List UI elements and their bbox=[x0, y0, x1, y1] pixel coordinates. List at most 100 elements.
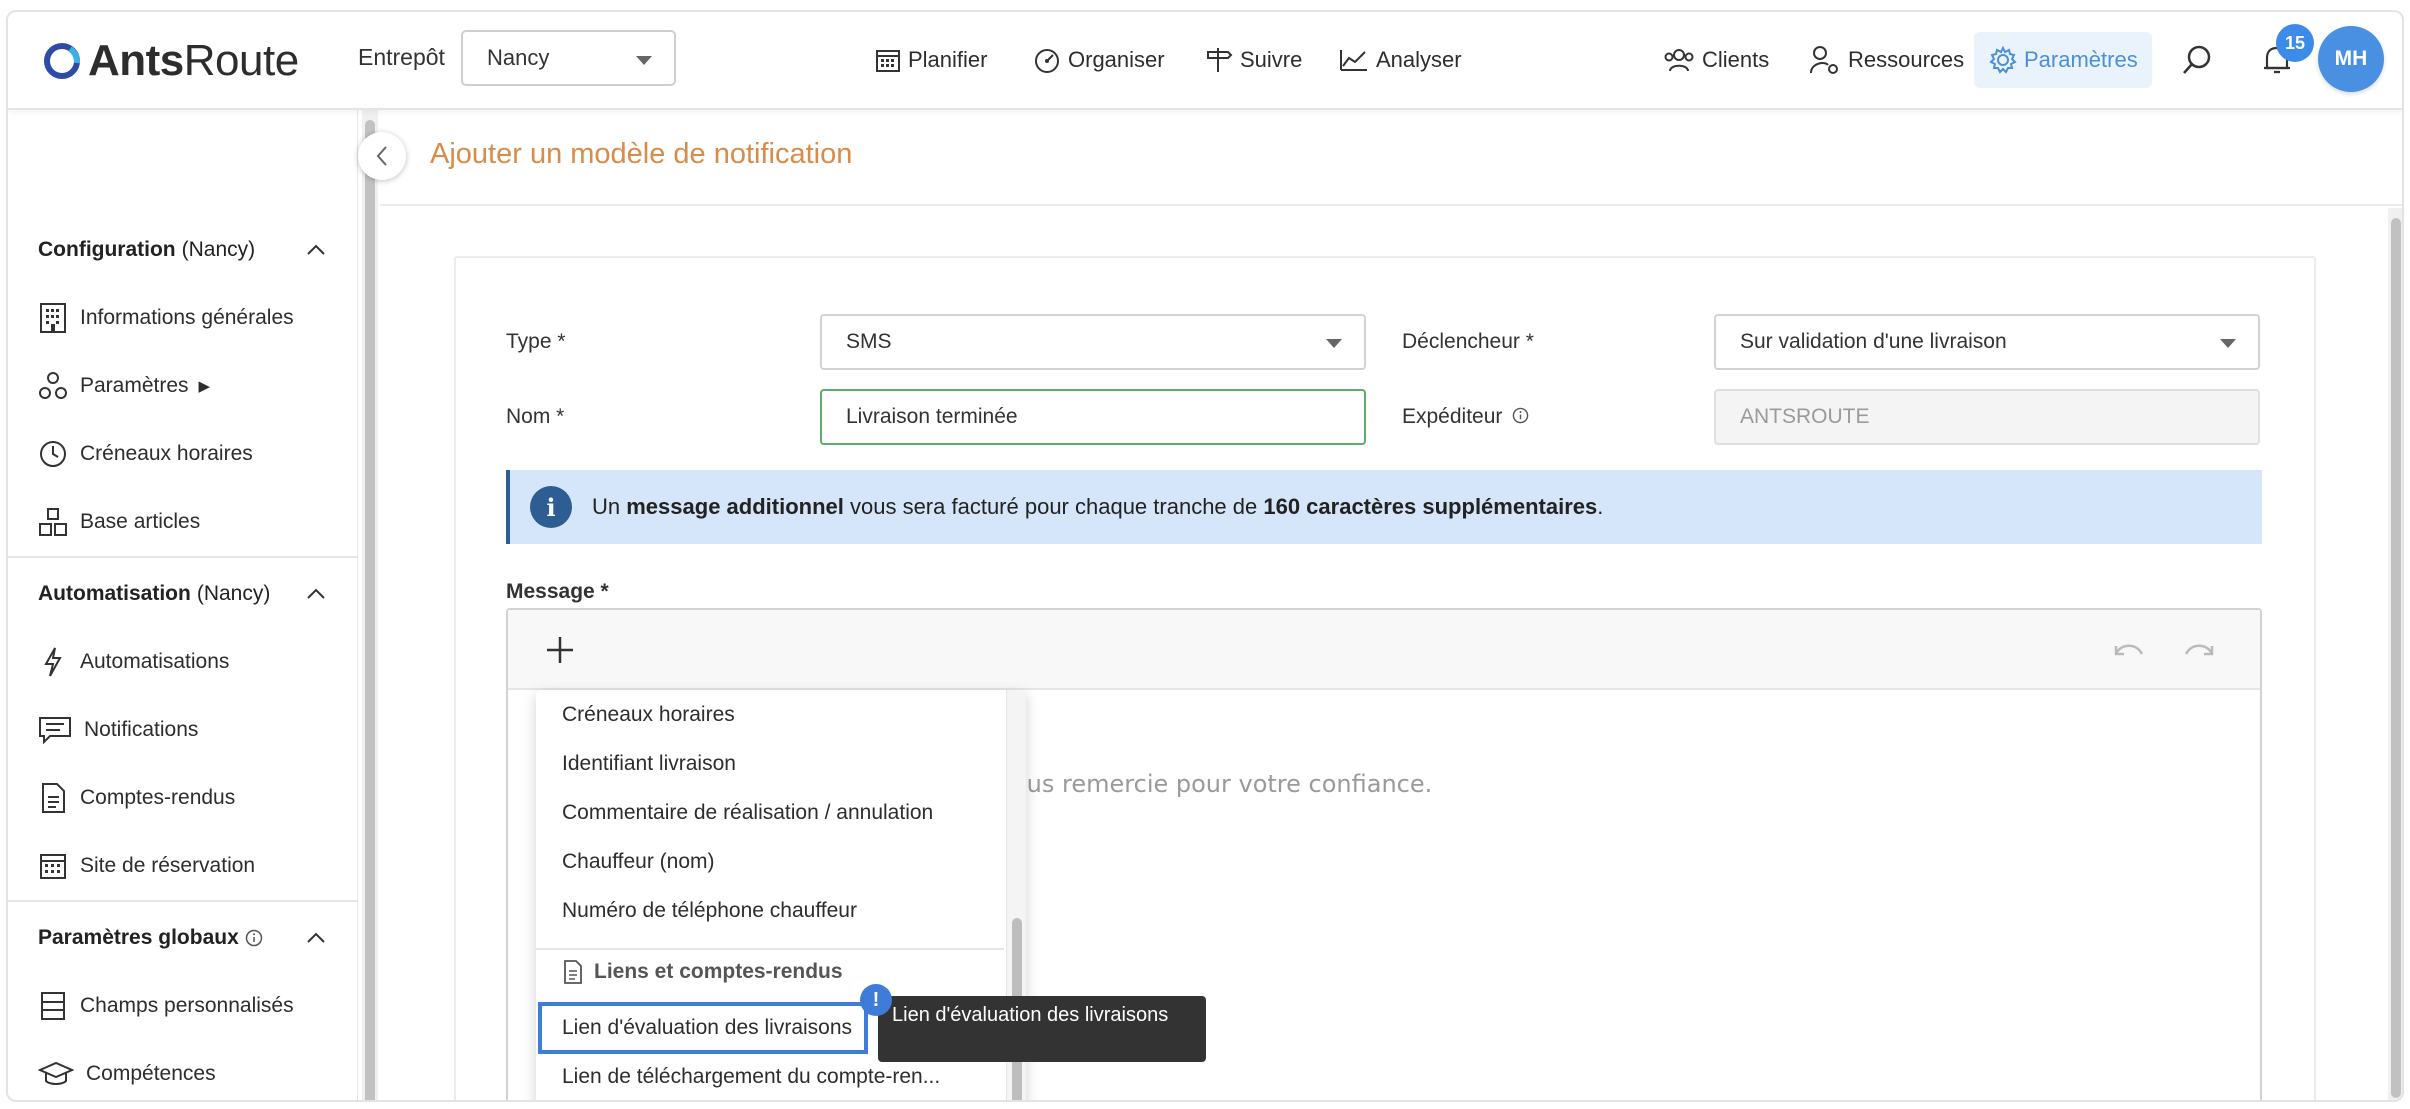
trigger-select[interactable]: Sur validation d'une livraison bbox=[1714, 314, 2260, 370]
dropdown-item-rating-link[interactable]: Lien d'évaluation des livraisons bbox=[562, 1013, 852, 1043]
chevron-up-icon[interactable] bbox=[306, 240, 326, 260]
clock-icon bbox=[40, 441, 66, 467]
building-icon bbox=[40, 303, 66, 333]
warehouse-select[interactable]: Nancy bbox=[461, 30, 676, 86]
sidebar-item-custom-fields[interactable]: Champs personnalisés bbox=[38, 986, 294, 1026]
sidebar-item-parameters[interactable]: Paramètres ▶ bbox=[38, 366, 210, 406]
sidebar-divider bbox=[8, 900, 358, 902]
main-scrollbar[interactable] bbox=[2388, 208, 2402, 1100]
scrollbar-thumb[interactable] bbox=[2391, 218, 2401, 1098]
section-header-configuration[interactable]: Configuration (Nancy) bbox=[38, 230, 255, 270]
sender-value: ANTSROUTE bbox=[1740, 405, 1870, 428]
warehouse-label: Entrepôt bbox=[358, 44, 445, 70]
section-header-global-settings[interactable]: Paramètres globaux bbox=[38, 918, 263, 958]
app-window: AntsRoute Entrepôt Nancy Planifier Organ… bbox=[6, 10, 2404, 1102]
nav-track[interactable]: Suivre bbox=[1204, 32, 1302, 88]
type-label: Type * bbox=[506, 330, 566, 353]
nav-analyze-label: Analyser bbox=[1376, 47, 1462, 72]
sidebar-scrollbar[interactable] bbox=[362, 110, 378, 1100]
dropdown-group-header: Liens et comptes-rendus bbox=[562, 960, 843, 984]
sidebar-item-time-slots[interactable]: Créneaux horaires bbox=[38, 434, 253, 474]
chevron-up-icon[interactable] bbox=[306, 584, 326, 604]
sidebar-item-label: Créneaux horaires bbox=[80, 442, 253, 465]
search-icon bbox=[2183, 45, 2211, 74]
cogs-icon bbox=[39, 372, 67, 399]
message-label: Message * bbox=[506, 580, 609, 603]
nav-clients[interactable]: Clients bbox=[1662, 32, 1769, 88]
user-avatar[interactable]: MH bbox=[2318, 26, 2384, 92]
dropdown-divider bbox=[536, 948, 1004, 950]
nav-resources-label: Ressources bbox=[1848, 47, 1965, 72]
notification-count-badge: 15 bbox=[2276, 24, 2314, 62]
nav-track-label: Suivre bbox=[1240, 47, 1303, 72]
info-circle-icon: i bbox=[530, 486, 572, 528]
chevron-left-icon bbox=[376, 146, 387, 166]
section-title: Paramètres globaux bbox=[38, 926, 239, 949]
sidebar-item-articles[interactable]: Base articles bbox=[38, 502, 200, 542]
page-title: Ajouter un modèle de notification bbox=[430, 138, 853, 170]
nav-settings-label: Paramètres bbox=[2024, 47, 2138, 72]
info-icon bbox=[245, 929, 263, 947]
sidebar-item-label: Champs personnalisés bbox=[80, 994, 294, 1017]
dropdown-item[interactable]: Chauffeur (nom) bbox=[562, 847, 715, 877]
dropdown-item[interactable]: Commentaire de réalisation / annulation bbox=[562, 798, 933, 828]
sidebar-item-label: Site de réservation bbox=[80, 854, 256, 877]
chevron-up-icon[interactable] bbox=[306, 928, 326, 948]
sidebar-item-general-info[interactable]: Informations générales bbox=[38, 298, 294, 338]
logo-icon bbox=[44, 43, 81, 79]
message-icon bbox=[39, 717, 71, 745]
type-value: SMS bbox=[846, 330, 892, 353]
dropdown-item[interactable]: Identifiant livraison bbox=[562, 749, 736, 779]
scrollbar-thumb[interactable] bbox=[365, 120, 375, 1100]
nav-resources[interactable]: Ressources bbox=[1808, 32, 1964, 88]
sidebar-item-label: Notifications bbox=[84, 718, 199, 741]
dropdown-group-title: Liens et comptes-rendus bbox=[594, 960, 843, 983]
dropdown-item[interactable]: Numéro de téléphone chauffeur bbox=[562, 896, 857, 926]
signpost-icon bbox=[1207, 48, 1233, 72]
collapse-sidebar-button[interactable] bbox=[358, 132, 406, 180]
editor-toolbar bbox=[508, 610, 2260, 690]
fields-icon bbox=[41, 992, 65, 1020]
search-button[interactable] bbox=[2180, 32, 2220, 88]
message-text[interactable]: ous remercie pour votre confiance. bbox=[1012, 770, 1432, 798]
submenu-arrow-icon: ▶ bbox=[198, 378, 211, 395]
sidebar-item-label: Compétences bbox=[86, 1062, 216, 1085]
type-select[interactable]: SMS bbox=[820, 314, 1366, 370]
document-icon bbox=[42, 783, 65, 813]
nav-analyze[interactable]: Analyser bbox=[1338, 32, 1462, 88]
sidebar-item-label: Base articles bbox=[80, 510, 201, 533]
sidebar-item-notifications[interactable]: Notifications bbox=[38, 710, 198, 750]
nav-organize[interactable]: Organiser bbox=[1032, 32, 1165, 88]
dropdown-item-report-download-link[interactable]: Lien de téléchargement du compte-ren... bbox=[562, 1062, 940, 1092]
name-input[interactable]: Livraison terminée bbox=[820, 389, 1366, 445]
graduation-cap-icon bbox=[38, 1061, 74, 1085]
sidebar-item-label: Automatisations bbox=[80, 650, 230, 673]
gear-icon bbox=[1989, 45, 2017, 74]
gauge-icon bbox=[1035, 49, 1059, 73]
antsroute-logo[interactable]: AntsRoute bbox=[42, 34, 299, 88]
undo-icon[interactable] bbox=[2112, 638, 2146, 662]
warehouse-value: Nancy bbox=[487, 45, 550, 70]
sidebar-item-booking-site[interactable]: Site de réservation bbox=[38, 846, 255, 886]
section-header-automation[interactable]: Automatisation (Nancy) bbox=[38, 574, 270, 614]
calendar-icon bbox=[876, 50, 900, 72]
info-icon bbox=[1512, 407, 1529, 424]
nav-clients-label: Clients bbox=[1702, 47, 1770, 72]
logo-text: AntsRoute bbox=[88, 36, 299, 85]
insert-variable-plus-icon[interactable] bbox=[544, 634, 576, 666]
nav-plan[interactable]: Planifier bbox=[874, 32, 987, 88]
dropdown-item[interactable]: Créneaux horaires bbox=[562, 700, 735, 730]
sidebar-item-skills[interactable]: Compétences bbox=[38, 1054, 216, 1094]
trigger-label: Déclencheur * bbox=[1402, 330, 1534, 353]
nav-settings[interactable]: Paramètres bbox=[1974, 32, 2152, 88]
boxes-icon bbox=[39, 508, 67, 536]
top-navigation-bar: AntsRoute Entrepôt Nancy Planifier Organ… bbox=[8, 12, 2402, 110]
tooltip: Lien d'évaluation des livraisons bbox=[878, 996, 1206, 1062]
section-scope: (Nancy) bbox=[181, 238, 256, 261]
redo-icon[interactable] bbox=[2182, 638, 2216, 662]
section-title: Configuration bbox=[38, 238, 176, 261]
sidebar-item-reports[interactable]: Comptes-rendus bbox=[38, 778, 235, 818]
name-value: Livraison terminée bbox=[846, 405, 1018, 428]
sidebar-item-automations[interactable]: Automatisations bbox=[38, 642, 229, 682]
sidebar-item-label: Comptes-rendus bbox=[80, 786, 236, 809]
